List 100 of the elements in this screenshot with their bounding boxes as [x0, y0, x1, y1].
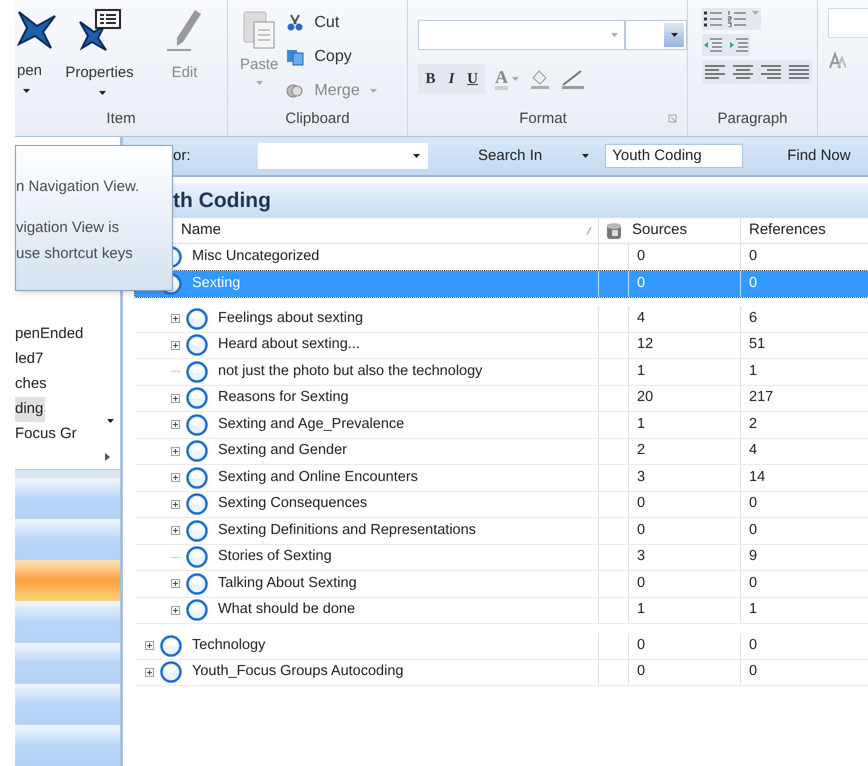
- references-count: 14: [749, 468, 766, 487]
- style-field[interactable]: [828, 8, 868, 38]
- expand-icon[interactable]: [171, 314, 180, 324]
- references-count: 0: [749, 662, 758, 682]
- look-for-field[interactable]: [258, 143, 428, 169]
- sources-count: 2: [637, 441, 646, 460]
- references-count: 0: [749, 636, 758, 655]
- format-button[interactable]: B: [420, 64, 441, 94]
- expand-icon[interactable]: [171, 340, 180, 350]
- sources-count: 1: [637, 600, 646, 620]
- tree-row[interactable]: not just the photo but also the technology 1 1: [135, 359, 868, 386]
- navigation-item[interactable]: led7: [15, 347, 46, 372]
- navigation-item[interactable]: ding: [15, 397, 46, 422]
- caret-icon: [256, 80, 263, 84]
- caret-icon: [752, 11, 759, 15]
- tree-row[interactable]: Sexting and Online Encounters 3 14: [135, 465, 868, 492]
- sources-count: 0: [637, 520, 646, 540]
- tree-row[interactable]: Talking About Sexting 0 0: [135, 571, 868, 598]
- expand-icon[interactable]: [145, 668, 154, 677]
- node-name: Talking About Sexting: [218, 574, 357, 593]
- caret-icon: [582, 154, 590, 158]
- navigation-item[interactable]: Focus Gr: [15, 422, 79, 447]
- sources-count: 3: [637, 468, 646, 487]
- tooltip-text: use shortcut keys: [16, 244, 134, 264]
- scissors-icon: [286, 14, 304, 32]
- references-column-header[interactable]: References: [740, 218, 868, 243]
- references-count: 0: [749, 246, 758, 266]
- tree-row[interactable]: Feelings about sexting 4 6: [135, 306, 868, 332]
- tree-row[interactable]: Sexting and Age_Prevalence 1 2: [135, 412, 868, 438]
- tree-row[interactable]: Reasons for Sexting 20 217: [135, 386, 868, 412]
- name-column-header[interactable]: Name: [181, 219, 586, 242]
- align-left-icon[interactable]: [705, 64, 725, 80]
- caret-icon: [512, 77, 519, 81]
- tree-row[interactable]: What should be done 1 1: [135, 598, 868, 624]
- tree-row[interactable]: Stories of Sexting 3 9: [135, 544, 868, 571]
- references-count: 0: [749, 520, 758, 540]
- sources-count: 0: [637, 662, 646, 682]
- group-label: Clipboard: [284, 108, 351, 128]
- expand-icon[interactable]: [171, 606, 180, 615]
- expand-icon[interactable]: [171, 526, 180, 536]
- expand-icon[interactable]: [171, 500, 180, 509]
- justify-icon[interactable]: [789, 64, 809, 80]
- indent-icon[interactable]: [730, 37, 748, 53]
- navigation-item[interactable]: penEnded: [15, 322, 86, 347]
- clipboard-button[interactable]: Copy: [286, 42, 377, 72]
- align-right-icon[interactable]: [761, 64, 781, 80]
- node-name: Sexting and Age_Prevalence: [218, 414, 404, 434]
- outdent-icon[interactable]: [704, 37, 722, 53]
- tree-row[interactable]: Sexting Consequences 0 0: [135, 492, 868, 518]
- format-button[interactable]: I: [441, 64, 462, 94]
- sort-indicator-icon: [586, 226, 592, 234]
- sources-count: 12: [637, 335, 654, 354]
- node-name: What should be done: [218, 600, 356, 620]
- tree-row[interactable]: Sexting Definitions and Representations 0 0: [135, 518, 868, 544]
- align-center-icon[interactable]: [733, 64, 753, 80]
- expand-icon[interactable]: [171, 420, 180, 430]
- scroll-right-icon[interactable]: [105, 453, 110, 461]
- circle-node-icon: [186, 599, 208, 622]
- find-now-button[interactable]: Find Now: [787, 144, 851, 168]
- circle-node-icon: [186, 466, 208, 489]
- tree-row[interactable]: Youth_Focus Groups Autocoding 0 0: [135, 660, 868, 686]
- node-name: Feelings about sexting: [218, 308, 364, 328]
- expand-icon[interactable]: [171, 394, 180, 403]
- styles-icon[interactable]: [828, 52, 846, 70]
- search-in-label: Search In: [478, 146, 542, 166]
- tree-row[interactable]: Sexting and Gender 2 4: [135, 438, 868, 465]
- format-button[interactable]: U: [462, 64, 483, 94]
- ribbon-button[interactable]: pen: [15, 8, 57, 108]
- ribbon-button[interactable]: Properties: [57, 8, 142, 108]
- node-name: not just the photo but also the technology: [218, 362, 482, 381]
- expand-icon[interactable]: [145, 641, 154, 650]
- sources-count: 3: [637, 547, 646, 566]
- expand-icon[interactable]: [171, 579, 180, 588]
- expand-icon[interactable]: [171, 446, 180, 456]
- navigation-item[interactable]: ches: [15, 372, 49, 397]
- numbered-list-icon[interactable]: [728, 11, 746, 27]
- tree-row[interactable]: Technology 0 0: [135, 633, 868, 660]
- tooltip-text: n Navigation View.: [16, 177, 140, 197]
- node-name: Sexting: [192, 274, 240, 293]
- circle-node-icon: [186, 493, 208, 516]
- node-name: Sexting Definitions and Representations: [218, 520, 476, 540]
- sources-count: 20: [637, 388, 654, 408]
- node-name: Technology: [192, 636, 266, 655]
- circle-node-icon: [186, 572, 208, 595]
- line-icon: [561, 68, 585, 90]
- references-count: 51: [749, 335, 766, 354]
- circle-node-icon: [186, 440, 208, 462]
- node-name: Heard about sexting...: [218, 335, 360, 354]
- sources-count: 0: [637, 494, 646, 514]
- clipboard-button[interactable]: Cut: [286, 8, 377, 38]
- paint-bucket-icon: [529, 68, 551, 90]
- sources-column-header[interactable]: Sources: [628, 218, 740, 243]
- sources-count: 0: [637, 636, 646, 655]
- circle-node-icon: [186, 308, 208, 330]
- tooltip-text: vigation View is: [16, 218, 120, 238]
- panel-title: th Coding: [173, 188, 271, 214]
- expand-icon[interactable]: [171, 473, 180, 482]
- bullet-list-icon[interactable]: [704, 11, 722, 27]
- tree-row[interactable]: Heard about sexting... 12 51: [135, 332, 868, 359]
- search-scope-field[interactable]: Youth Coding: [605, 144, 744, 168]
